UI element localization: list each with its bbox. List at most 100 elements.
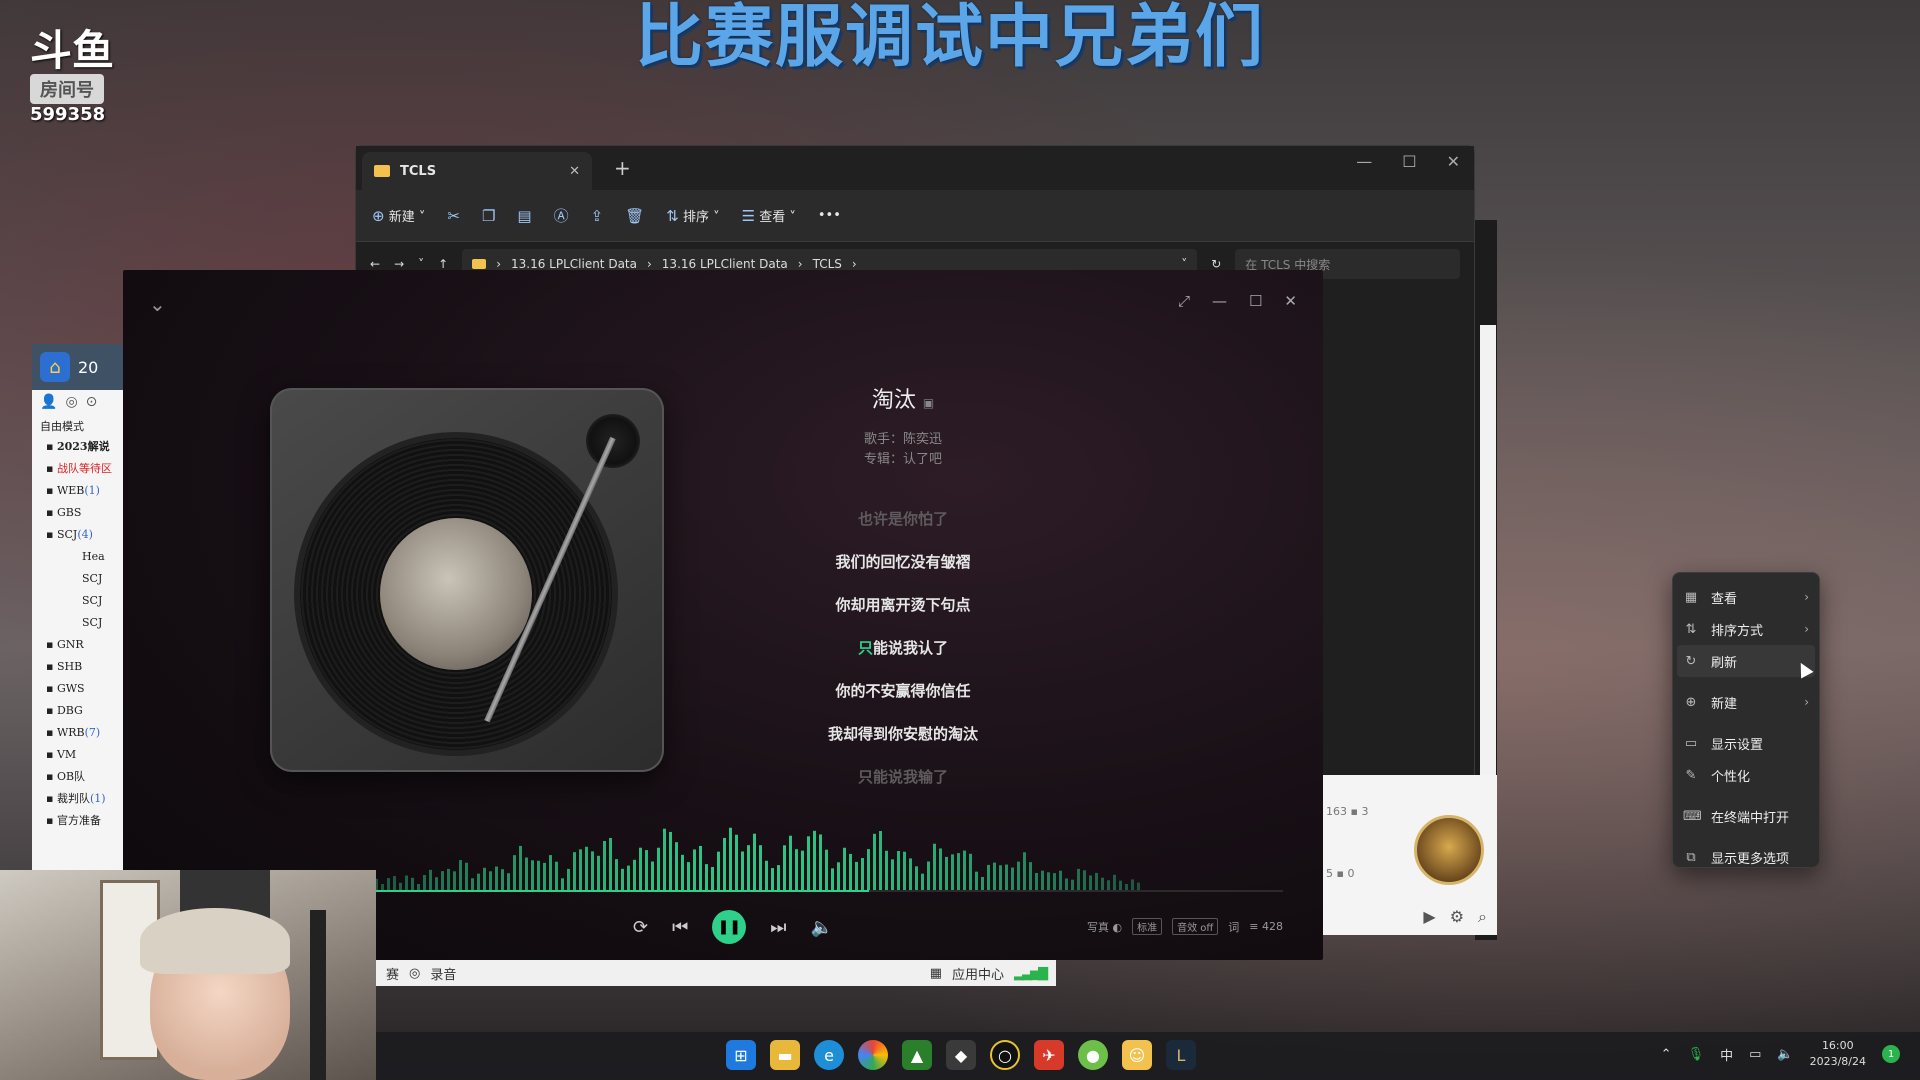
- group-item[interactable]: ▪ SHB: [32, 656, 124, 678]
- league-client-icon[interactable]: L: [1166, 1040, 1196, 1070]
- collapse-icon[interactable]: ⌄: [149, 292, 166, 316]
- back-icon[interactable]: ←: [370, 257, 380, 271]
- new-button[interactable]: ⊕ 新建 ˅: [372, 206, 425, 225]
- green-app-icon[interactable]: ●: [1078, 1040, 1108, 1070]
- more-icon[interactable]: •••: [818, 208, 841, 223]
- lyric-line[interactable]: 也许是你怕了: [683, 498, 1123, 541]
- microphone-icon[interactable]: 🎙: [1688, 1047, 1705, 1062]
- side-scroll-area[interactable]: [1480, 325, 1496, 775]
- close-icon[interactable]: ✕: [1284, 292, 1297, 310]
- notification-badge[interactable]: 1: [1882, 1045, 1900, 1063]
- mv-icon[interactable]: ▣: [923, 396, 934, 410]
- menu-item[interactable]: ↻ 刷新: [1677, 645, 1815, 677]
- game-app-icon[interactable]: ◆: [946, 1040, 976, 1070]
- close-tab-icon[interactable]: ✕: [569, 164, 580, 179]
- start-icon[interactable]: ⊞: [726, 1040, 756, 1070]
- edge-icon[interactable]: e: [814, 1040, 844, 1070]
- refresh-icon[interactable]: ↻: [1211, 257, 1221, 271]
- lyric-line[interactable]: 你的不安赢得你信任: [683, 670, 1123, 713]
- next-icon[interactable]: ⏭: [770, 917, 786, 938]
- menu-item[interactable]: ▦ 查看 ›: [1673, 581, 1819, 613]
- up-icon[interactable]: ↑: [438, 257, 448, 271]
- chevron-up-icon[interactable]: ⌃: [1661, 1047, 1672, 1062]
- clock[interactable]: 16:00 2023/8/24: [1810, 1038, 1866, 1070]
- forward-icon[interactable]: →: [394, 257, 404, 271]
- group-item[interactable]: ▪ DBG: [32, 700, 124, 722]
- pause-button[interactable]: ❚❚: [712, 910, 747, 944]
- sort-button[interactable]: ⇅ 排序 ˅: [666, 206, 719, 225]
- playlist-button[interactable]: ≡ 428: [1249, 920, 1283, 933]
- copy-icon[interactable]: ❐: [482, 207, 495, 225]
- paste-icon[interactable]: ▤: [517, 207, 531, 225]
- settings-icon[interactable]: ⚙: [1450, 907, 1464, 927]
- user-icon[interactable]: 👤: [40, 394, 57, 412]
- network-icon[interactable]: ▭: [1749, 1047, 1761, 1062]
- chevron-down-icon[interactable]: ˅: [418, 257, 424, 271]
- group-item[interactable]: ▪ 战队等待区: [32, 458, 124, 480]
- group-item[interactable]: ▪ WEB(1): [32, 480, 124, 502]
- headset-icon[interactable]: ◎: [65, 394, 77, 412]
- group-item[interactable]: ▪ OB队: [32, 766, 124, 788]
- lyric-line[interactable]: 我却得到你安慰的淘汰: [683, 713, 1123, 756]
- search-icon[interactable]: ⌕: [1478, 907, 1487, 927]
- maximize-icon[interactable]: ☐: [1249, 292, 1262, 310]
- lyric-line[interactable]: 我们的回忆没有皱褶: [683, 541, 1123, 584]
- location-icon[interactable]: ⊙: [86, 394, 98, 412]
- previous-icon[interactable]: ⏮: [672, 917, 688, 938]
- group-item[interactable]: ▪ GBS: [32, 502, 124, 524]
- progress-bar[interactable]: [363, 890, 1283, 892]
- file-explorer-icon[interactable]: ▬: [770, 1040, 800, 1070]
- effect-toggle[interactable]: 音效 off: [1172, 918, 1219, 935]
- group-member-item[interactable]: SCJ: [32, 612, 124, 634]
- album[interactable]: 专辑：认了吧: [763, 450, 1043, 470]
- nvidia-icon[interactable]: ▲: [902, 1040, 932, 1070]
- quality-select[interactable]: 标准: [1132, 918, 1163, 935]
- group-item[interactable]: ▪ VM: [32, 744, 124, 766]
- menu-item[interactable]: ✎ 个性化: [1673, 759, 1819, 791]
- group-item[interactable]: ▪ 官方准备: [32, 810, 124, 832]
- mascot-app-icon[interactable]: ☺: [1122, 1040, 1152, 1070]
- chrome-icon[interactable]: [858, 1040, 888, 1070]
- group-member-item[interactable]: SCJ: [32, 590, 124, 612]
- group-member-item[interactable]: Hea: [32, 546, 124, 568]
- group-item[interactable]: ▪ SCJ(4): [32, 524, 124, 546]
- lyric-line[interactable]: 你却用离开烫下句点: [683, 584, 1123, 627]
- volume-icon[interactable]: 🔈: [811, 917, 833, 938]
- breadcrumb-item[interactable]: TCLS: [813, 257, 842, 271]
- menu-item[interactable]: ⧉ 显示更多选项: [1673, 841, 1819, 873]
- delete-icon[interactable]: 🗑: [625, 207, 644, 225]
- share-icon[interactable]: ⇪: [591, 207, 604, 225]
- group-item[interactable]: ▪ WRB(7): [32, 722, 124, 744]
- maximize-icon[interactable]: ☐: [1402, 152, 1416, 171]
- lyric-line[interactable]: 只能说我输了: [683, 756, 1123, 799]
- new-tab-button[interactable]: +: [614, 156, 631, 180]
- fullscreen-icon[interactable]: ⤢: [1178, 292, 1190, 310]
- group-member-item[interactable]: SCJ: [32, 568, 124, 590]
- lyric-toggle[interactable]: 词: [1228, 919, 1239, 935]
- breadcrumb-item[interactable]: 13.16 LPLClient Data: [511, 257, 637, 271]
- group-item[interactable]: ▪ 2023解说: [32, 436, 124, 458]
- video-icon[interactable]: ▶: [1423, 907, 1435, 927]
- menu-item[interactable]: ⇅ 排序方式 ›: [1673, 613, 1819, 645]
- red-app-icon[interactable]: ✈: [1034, 1040, 1064, 1070]
- explorer-tab[interactable]: TCLS ✕: [362, 152, 592, 190]
- volume-icon[interactable]: 🔈: [1777, 1047, 1793, 1062]
- repeat-icon[interactable]: ⟳: [633, 917, 648, 938]
- breadcrumb-item[interactable]: 13.16 LPLClient Data: [662, 257, 788, 271]
- realistic-toggle[interactable]: 写真 ◐: [1087, 919, 1122, 935]
- lyric-line-active[interactable]: 只能说我认了: [683, 627, 1123, 670]
- ime-indicator[interactable]: 中: [1720, 1045, 1733, 1064]
- circle-app-icon[interactable]: ○: [990, 1040, 1020, 1070]
- minimize-icon[interactable]: —: [1356, 152, 1372, 171]
- chevron-down-icon[interactable]: ˅: [1181, 257, 1187, 271]
- view-button[interactable]: ☰ 查看 ˅: [742, 206, 796, 225]
- menu-item[interactable]: ⊕ 新建 ›: [1673, 686, 1819, 718]
- group-item[interactable]: ▪ GNR: [32, 634, 124, 656]
- record-label[interactable]: 录音: [430, 964, 456, 983]
- rename-icon[interactable]: Ⓐ: [554, 205, 569, 226]
- group-item[interactable]: ▪ 裁判队(1): [32, 788, 124, 810]
- record-icon[interactable]: ◎: [409, 966, 420, 981]
- singer[interactable]: 歌手：陈奕迅: [763, 430, 1043, 450]
- menu-item[interactable]: ▭ 显示设置: [1673, 727, 1819, 759]
- rank-badge-avatar[interactable]: [1414, 815, 1484, 885]
